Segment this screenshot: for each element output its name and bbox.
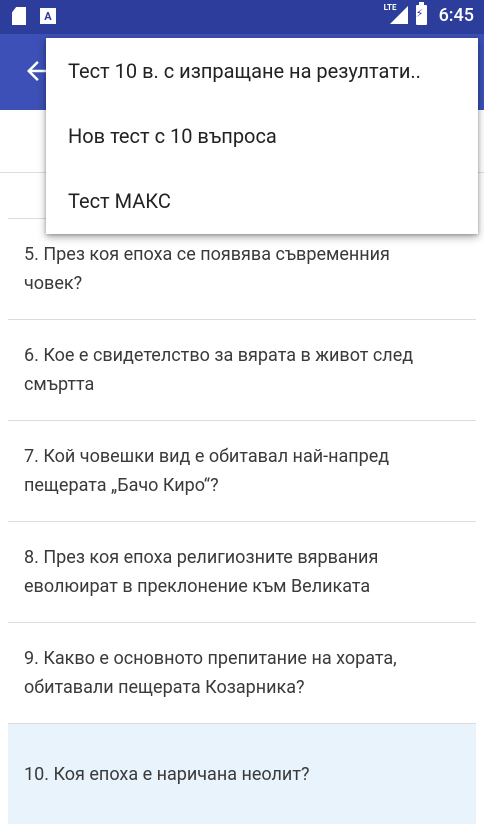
question-list: 5. През коя епоха се появява съвременния… (8, 218, 476, 824)
question-item[interactable]: 8. През коя епоха религиозните вярвания … (8, 521, 476, 622)
question-text: 8. През коя епоха религиозните вярвания … (24, 547, 379, 597)
menu-item-test-max[interactable]: Тест МАКС (46, 168, 478, 233)
menu-item-new-test-10-questions[interactable]: Нов тест с 10 въпроса (46, 103, 478, 168)
a-notification-icon: A (40, 8, 56, 24)
question-text: 10. Коя епоха е наричана неолит? (24, 763, 310, 785)
question-item[interactable]: 7. Кой човешки вид е обитавал най-напред… (8, 420, 476, 521)
question-item[interactable]: 6. Кое е свидетелство за вярата в живот … (8, 319, 476, 420)
menu-item-test-10-send-results[interactable]: Тест 10 в. с изпращане на резултати.. (46, 38, 478, 103)
lte-signal-icon: LTE (384, 3, 408, 26)
status-bar: A LTE 6:45 (0, 0, 484, 34)
question-text: 9. Какво е основното препитание на хорат… (24, 648, 397, 698)
question-item-selected[interactable]: 10. Коя епоха е наричана неолит? (8, 723, 476, 824)
sd-card-icon (12, 7, 26, 25)
battery-charging-icon (415, 2, 427, 25)
question-text: 5. През коя епоха се появява съвременния… (24, 244, 390, 294)
question-text: 7. Кой човешки вид е обитавал най-напред… (24, 446, 390, 496)
clock: 6:45 (438, 4, 474, 26)
overflow-menu: Тест 10 в. с изпращане на резултати.. Но… (46, 38, 478, 234)
question-item[interactable]: 9. Какво е основното препитание на хорат… (8, 622, 476, 723)
question-text: 6. Кое е свидетелство за вярата в живот … (24, 345, 414, 395)
